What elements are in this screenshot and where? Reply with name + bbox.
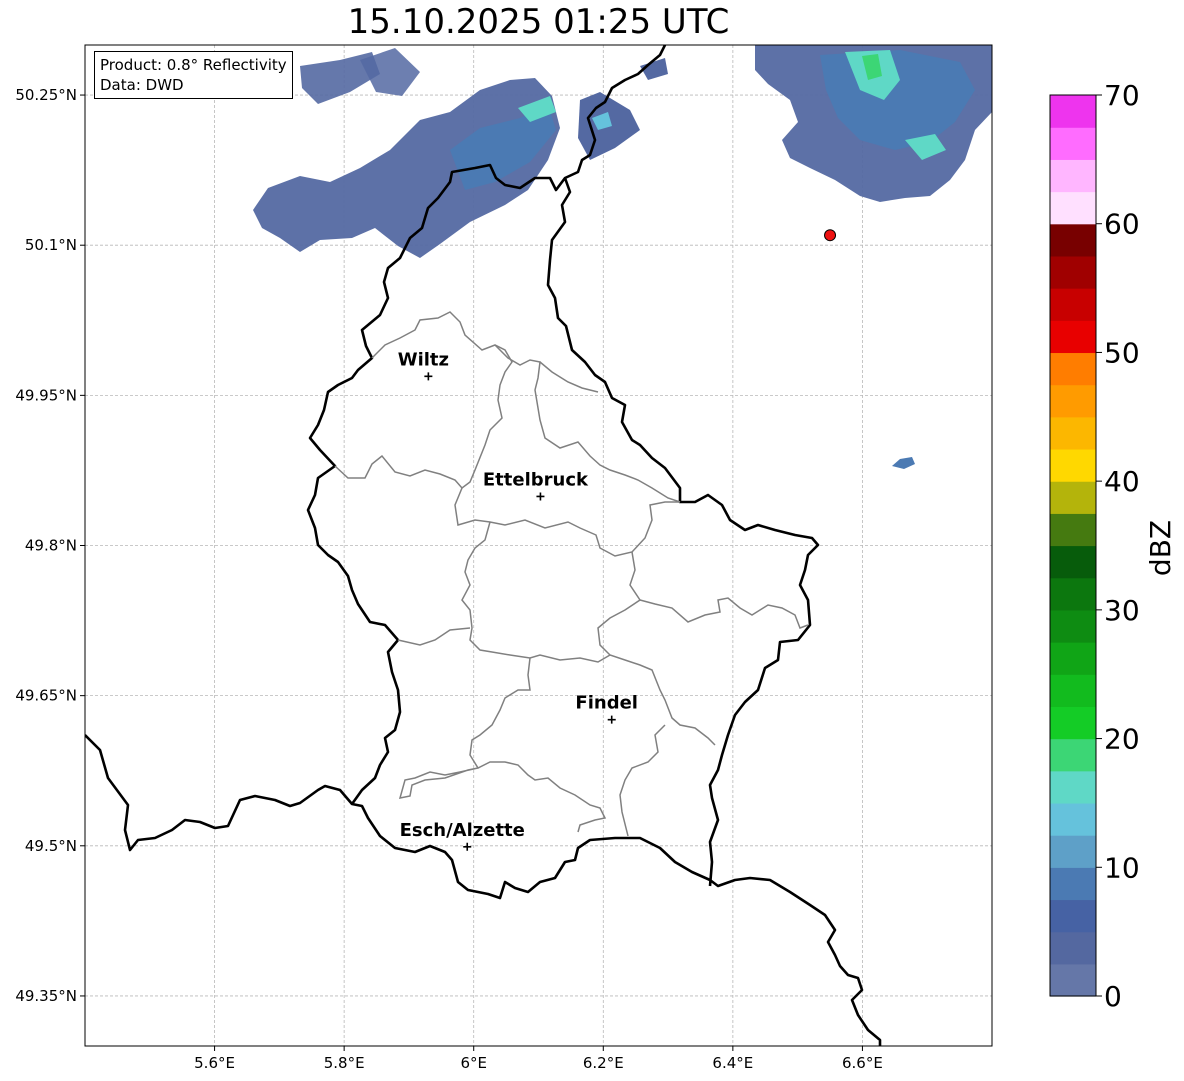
colorbar-block xyxy=(1050,963,1096,997)
colorbar-tick-label: 70 xyxy=(1104,79,1140,112)
colorbar-block xyxy=(1050,320,1096,354)
colorbar-label: dBZ xyxy=(1144,520,1177,576)
colorbar-block xyxy=(1050,191,1096,225)
colorbar-ticks: 0 10 20 30 40 50 60 70 xyxy=(1096,79,1140,1013)
colorbar-tick-label: 40 xyxy=(1104,465,1140,498)
colorbar-tick-label: 30 xyxy=(1104,594,1140,627)
colorbar-block xyxy=(1050,255,1096,289)
colorbar-block xyxy=(1050,416,1096,450)
colorbar-block xyxy=(1050,513,1096,547)
colorbar-block xyxy=(1050,835,1096,868)
colorbar-block xyxy=(1050,545,1096,579)
colorbar-tick-label: 50 xyxy=(1104,336,1140,369)
colorbar-block xyxy=(1050,384,1096,418)
colorbar-block xyxy=(1050,288,1096,321)
colorbar-tick-label: 10 xyxy=(1104,851,1140,884)
colorbar-block xyxy=(1050,223,1096,257)
colorbar-block xyxy=(1050,352,1096,386)
colorbar-block xyxy=(1050,770,1096,804)
colorbar-block xyxy=(1050,706,1096,740)
colorbar-tick-label: 0 xyxy=(1104,980,1122,1013)
colorbar-tick-label: 60 xyxy=(1104,208,1140,241)
colorbar-block xyxy=(1050,642,1096,675)
colorbar-block xyxy=(1050,609,1096,643)
colorbar-block xyxy=(1050,931,1096,965)
colorbar: 0 10 20 30 40 50 60 70 dBZ xyxy=(1049,79,1177,1013)
colorbar-block xyxy=(1050,867,1096,901)
colorbar-blocks xyxy=(1050,95,1096,997)
colorbar-block xyxy=(1050,159,1096,193)
colorbar-block xyxy=(1050,738,1096,772)
colorbar-block xyxy=(1050,481,1096,514)
colorbar-block xyxy=(1050,127,1096,160)
colorbar-block xyxy=(1050,899,1096,933)
colorbar-block xyxy=(1050,448,1096,482)
colorbar-block xyxy=(1050,95,1096,128)
colorbar-block xyxy=(1050,577,1096,611)
colorbar-block xyxy=(1050,802,1096,836)
colorbar-tick-label: 20 xyxy=(1104,723,1140,756)
colorbar-block xyxy=(1050,674,1096,707)
